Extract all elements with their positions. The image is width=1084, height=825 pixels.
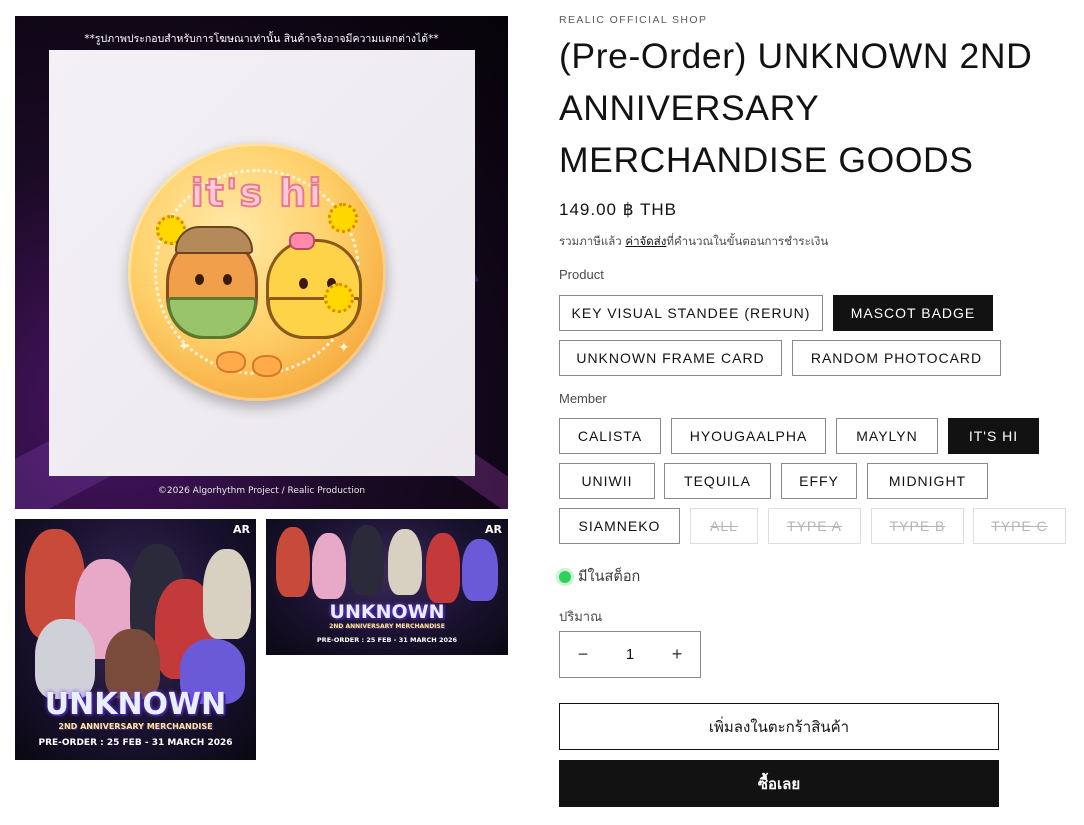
option-member-maylyn[interactable]: MAYLYN — [836, 418, 938, 454]
in-stock-dot-icon — [559, 570, 571, 583]
option-product-mascot-badge[interactable]: MASCOT BADGE — [833, 295, 993, 331]
stock-status-text: มีในสต็อก — [578, 569, 641, 585]
option-member-uniwii[interactable]: UNIWII — [559, 463, 655, 499]
character-figure — [462, 539, 498, 601]
option-member-tequila[interactable]: TEQUILA — [664, 463, 771, 499]
option-member-midnight[interactable]: MIDNIGHT — [867, 463, 988, 499]
add-to-cart-button[interactable]: เพิ่มลงในตะกร้าสินค้า — [559, 703, 999, 750]
mascot-eye — [223, 274, 232, 285]
quantity-input[interactable]: 1 — [626, 646, 634, 663]
buy-now-button[interactable]: ซื้อเลย — [559, 760, 999, 807]
mascot-badge-artwork: it's hi ✦ ✦ — [128, 143, 386, 401]
character-figure — [388, 529, 422, 595]
option-product-random-photocard[interactable]: RANDOM PHOTOCARD — [792, 340, 1001, 376]
sunflower-icon — [328, 203, 358, 233]
unknown-wordmark: UNKNOWN — [329, 601, 445, 623]
product-title: (Pre-Order) UNKNOWN 2ND ANNIVERSARY MERC… — [559, 36, 1033, 180]
anniversary-subtitle: 2ND ANNIVERSARY MERCHANDISE — [329, 623, 445, 630]
sparkle-icon: ✦ — [338, 339, 350, 355]
mascot-bow — [289, 232, 315, 250]
option-member-type-a[interactable]: TYPE A — [768, 508, 861, 544]
product-thumbnail[interactable]: AR UNKNOWN 2ND ANNIVERSARY MERCHANDISE P… — [266, 519, 508, 655]
image-copyright: ©2026 Algorhythm Project / Realic Produc… — [157, 486, 366, 496]
option-member-hyougaalpha[interactable]: HYOUGAALPHA — [671, 418, 826, 454]
quantity-plus-button[interactable]: + — [654, 632, 700, 677]
mascot-character-left — [166, 226, 258, 339]
tax-note: รวมภาษีแล้ว ค่าจัดส่งที่คำนวณในขั้นตอนกา… — [559, 233, 828, 251]
quantity-minus-button[interactable]: − — [560, 632, 606, 677]
pumpkin-icon — [252, 355, 282, 377]
preorder-dates: PRE-ORDER : 25 FEB - 31 MARCH 2026 — [38, 738, 233, 748]
product-thumbnail[interactable]: AR UNKNOWN 2ND ANNIVERSARY MERCHANDISE P… — [15, 519, 256, 760]
tax-note-prefix: รวมภาษีแล้ว — [559, 234, 626, 248]
vendor-name: REALIC OFFICIAL SHOP — [559, 14, 708, 26]
preorder-dates: PRE-ORDER : 25 FEB - 31 MARCH 2026 — [316, 636, 458, 644]
option-member-all[interactable]: ALL — [690, 508, 758, 544]
character-figure — [203, 549, 251, 639]
product-price: 149.00 ฿ THB — [559, 200, 677, 219]
sparkle-icon: ✦ — [178, 338, 190, 354]
character-figure — [350, 525, 384, 595]
mascot-eye — [195, 274, 204, 285]
main-product-image[interactable]: **รูปภาพประกอบสำหรับการโฆษณาเท่านั้น สิน… — [15, 16, 508, 509]
character-figure — [276, 527, 310, 597]
quantity-label: ปริมาณ — [559, 610, 603, 625]
option-product-unknown-frame-card[interactable]: UNKNOWN FRAME CARD — [559, 340, 782, 376]
option-member-effy[interactable]: EFFY — [781, 463, 857, 499]
product-option-label: Product — [559, 267, 604, 282]
pumpkin-icon — [216, 351, 246, 373]
character-figure — [312, 533, 346, 599]
option-member-its-hi[interactable]: IT'S HI — [948, 418, 1039, 454]
shipping-link[interactable]: ค่าจัดส่ง — [625, 234, 666, 248]
quantity-stepper: − 1 + — [559, 631, 701, 678]
brand-logo: AR — [233, 523, 250, 536]
option-member-siamneko[interactable]: SIAMNEKO — [559, 508, 680, 544]
option-product-key-visual-standee[interactable]: KEY VISUAL STANDEE (RERUN) — [559, 295, 823, 331]
option-member-type-b[interactable]: TYPE B — [871, 508, 964, 544]
stock-status: มีในสต็อก — [559, 565, 640, 588]
unknown-wordmark: UNKNOWN — [44, 687, 227, 722]
image-notice: **รูปภาพประกอบสำหรับการโฆษณาเท่านั้น สิน… — [84, 33, 439, 45]
tax-note-suffix: ที่คำนวณในขั้นตอนการชำระเงิน — [666, 234, 829, 248]
mascot-eye — [299, 278, 308, 289]
option-member-calista[interactable]: CALISTA — [559, 418, 661, 454]
member-option-label: Member — [559, 391, 607, 406]
character-figure — [426, 533, 460, 603]
sunflower-icon — [324, 283, 354, 313]
anniversary-subtitle: 2ND ANNIVERSARY MERCHANDISE — [58, 722, 213, 731]
option-member-type-c[interactable]: TYPE C — [973, 508, 1066, 544]
mascot-hat — [175, 226, 253, 254]
brand-logo: AR — [485, 523, 502, 536]
